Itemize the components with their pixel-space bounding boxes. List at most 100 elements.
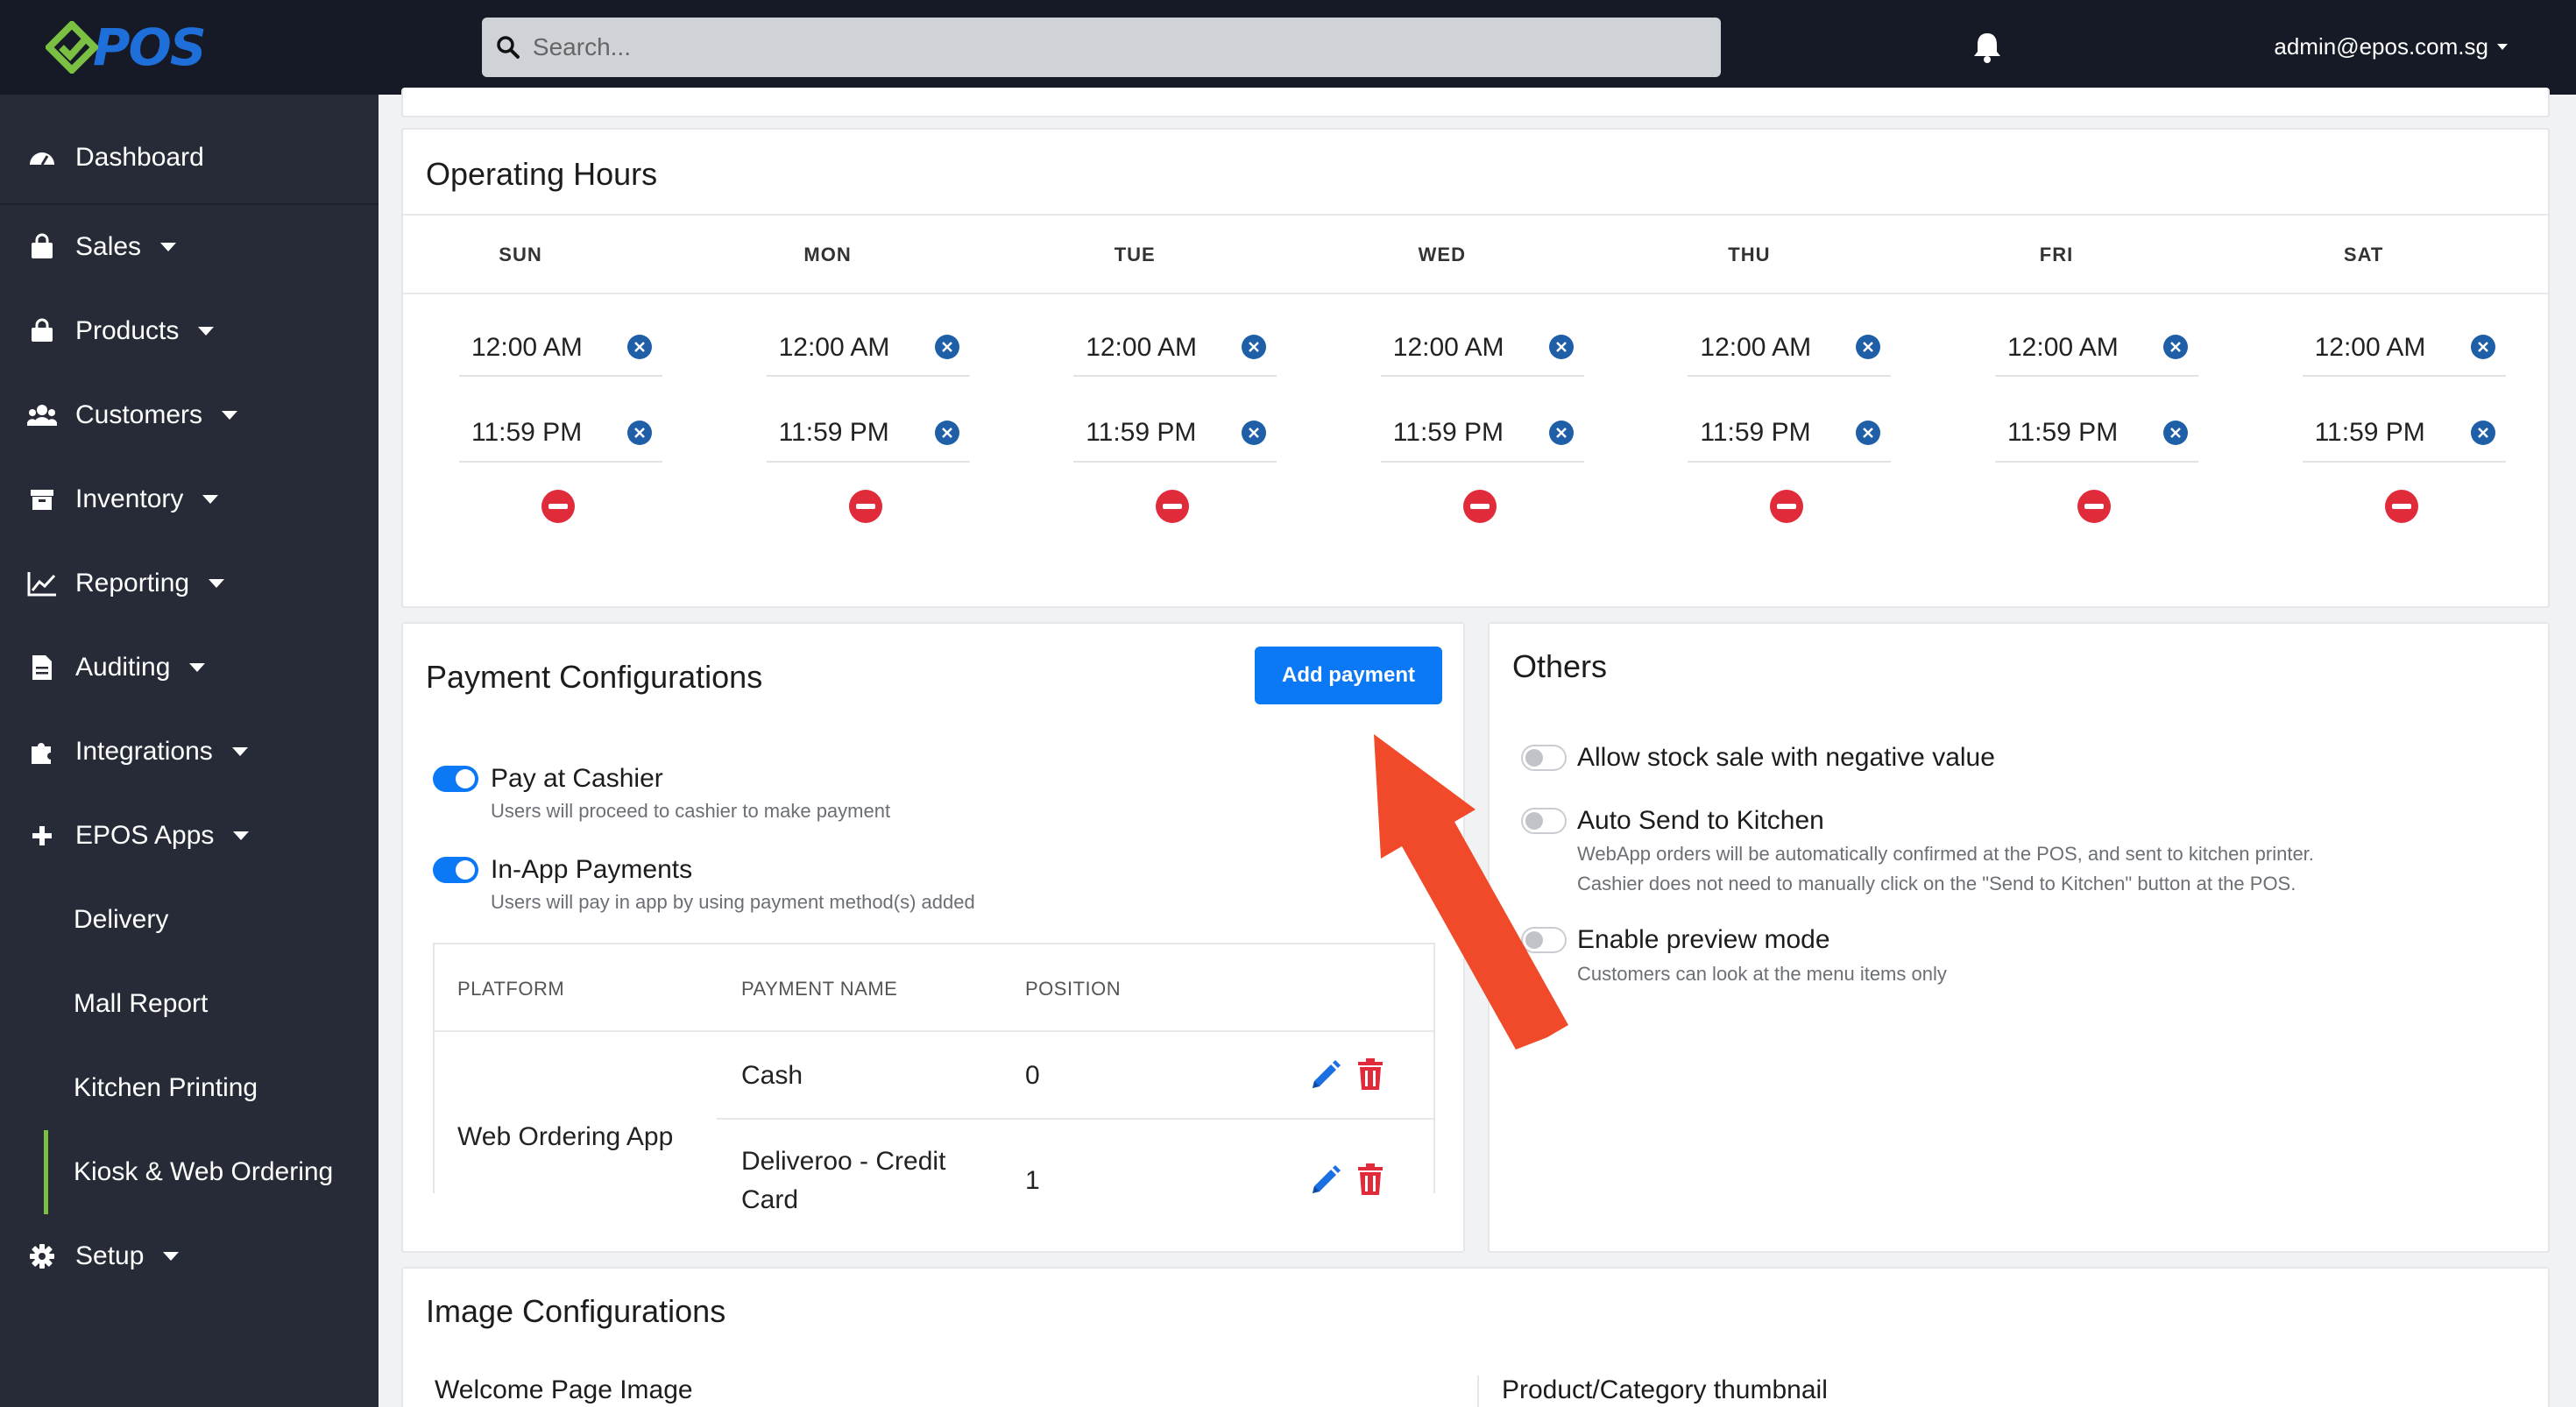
open-time-field[interactable]: 12:00 AM <box>1393 333 1504 363</box>
clear-close-time-icon[interactable] <box>1548 421 1574 445</box>
sidebar-item-customers[interactable]: Customers <box>0 373 379 457</box>
chevron-down-icon <box>198 327 215 336</box>
chevron-down-icon <box>160 243 177 251</box>
payment-name-cell: Cash <box>741 1061 803 1090</box>
trash-icon[interactable] <box>1353 1057 1388 1092</box>
operating-hours-title: Operating Hours <box>426 156 658 192</box>
auto-send-kitchen-description: WebApp orders will be automatically conf… <box>1577 839 2314 899</box>
trash-icon[interactable] <box>1353 1162 1388 1197</box>
image-configurations-card <box>401 1267 2550 1407</box>
open-time-field[interactable]: 12:00 AM <box>2315 333 2426 363</box>
bell-icon[interactable] <box>1970 30 2005 65</box>
top-bar: POS admin@epos.com.sg <box>0 0 2576 95</box>
open-time-field[interactable]: 12:00 AM <box>779 333 890 363</box>
open-time-field[interactable]: 12:00 AM <box>471 333 583 363</box>
day-header-fri: FRI <box>2039 244 2074 265</box>
sidebar-item-delivery[interactable]: Delivery <box>0 878 379 962</box>
preview-mode-label: Enable preview mode <box>1577 925 1830 954</box>
close-time-field[interactable]: 11:59 PM <box>2315 418 2425 448</box>
close-time-field[interactable]: 11:59 PM <box>1393 418 1504 448</box>
close-time-field[interactable]: 11:59 PM <box>471 418 582 448</box>
field-underline <box>1073 461 1277 463</box>
remove-hours-icon[interactable] <box>2077 490 2111 523</box>
shopping-bag-icon <box>26 231 58 263</box>
remove-hours-icon[interactable] <box>1156 490 1190 523</box>
clear-open-time-icon[interactable] <box>1242 335 1267 359</box>
field-underline <box>459 375 662 377</box>
remove-hours-icon[interactable] <box>541 490 575 523</box>
clear-open-time-icon[interactable] <box>934 335 959 359</box>
sidebar-item-products[interactable]: Products <box>0 289 379 373</box>
day-header-sun: SUN <box>499 244 542 265</box>
logo-check-icon <box>46 21 98 74</box>
chevron-down-icon <box>163 1252 180 1261</box>
clear-open-time-icon[interactable] <box>627 335 652 359</box>
operating-hours-card <box>401 128 2550 608</box>
open-time-field[interactable]: 12:00 AM <box>1086 333 1197 363</box>
user-menu[interactable]: admin@epos.com.sg <box>2274 33 2508 60</box>
search-input[interactable] <box>532 33 1721 61</box>
sidebar-item-label: Kiosk & Web Ordering <box>74 1157 334 1186</box>
pencil-icon[interactable] <box>1307 1163 1342 1198</box>
clear-open-time-icon[interactable] <box>1548 335 1574 359</box>
sidebar-item-label: Sales <box>75 232 142 261</box>
divider <box>717 1118 1433 1120</box>
sidebar-item-integrations[interactable]: Integrations <box>0 710 379 794</box>
pencil-icon[interactable] <box>1307 1058 1342 1093</box>
field-underline <box>766 461 970 463</box>
close-time-field[interactable]: 11:59 PM <box>2007 418 2118 448</box>
close-time-field[interactable]: 11:59 PM <box>1700 418 1810 448</box>
chart-line-icon <box>26 568 58 599</box>
close-time-field[interactable]: 11:59 PM <box>779 418 889 448</box>
close-time-field[interactable]: 11:59 PM <box>1086 418 1196 448</box>
clear-close-time-icon[interactable] <box>934 421 959 445</box>
sidebar-item-label: Integrations <box>75 737 213 766</box>
field-underline <box>1688 461 1892 463</box>
thumbnail-label: Product/Category thumbnail <box>1502 1375 1828 1404</box>
sidebar-item-auditing[interactable]: Auditing <box>0 626 379 710</box>
sidebar-item-label: Dashboard <box>75 143 204 172</box>
chevron-down-icon <box>202 495 219 504</box>
open-time-field[interactable]: 12:00 AM <box>1700 333 1811 363</box>
in-app-payments-toggle[interactable] <box>433 857 478 883</box>
clear-open-time-icon[interactable] <box>2163 335 2188 359</box>
others-title: Others <box>1512 648 1608 684</box>
clear-close-time-icon[interactable] <box>627 421 652 445</box>
sidebar-item-label: EPOS Apps <box>75 821 215 850</box>
annotation-arrow-icon <box>1374 734 1568 1050</box>
payment-name-line: Deliveroo - Credit <box>741 1147 946 1176</box>
clear-open-time-icon[interactable] <box>2470 335 2495 359</box>
in-app-payments-label: In-App Payments <box>491 855 693 884</box>
pay-at-cashier-toggle[interactable] <box>433 766 478 792</box>
pay-at-cashier-label: Pay at Cashier <box>491 764 663 793</box>
remove-hours-icon[interactable] <box>2384 490 2418 523</box>
chevron-down-icon <box>222 411 238 420</box>
sidebar-item-inventory[interactable]: Inventory <box>0 457 379 541</box>
plus-icon <box>26 820 58 852</box>
clear-close-time-icon[interactable] <box>1242 421 1267 445</box>
sidebar-item-setup[interactable]: Setup <box>0 1214 379 1298</box>
sidebar-item-dashboard[interactable]: Dashboard <box>0 116 379 200</box>
divider <box>403 293 2548 294</box>
remove-hours-icon[interactable] <box>848 490 882 523</box>
clear-close-time-icon[interactable] <box>2163 421 2188 445</box>
search-bar[interactable] <box>482 18 1721 77</box>
allow-negative-stock-label: Allow stock sale with negative value <box>1577 743 1995 772</box>
add-payment-button[interactable]: Add payment <box>1255 647 1442 704</box>
sidebar-item-mall-report[interactable]: Mall Report <box>0 962 379 1046</box>
open-time-field[interactable]: 12:00 AM <box>2007 333 2119 363</box>
sidebar-item-epos-apps[interactable]: EPOS Apps <box>0 794 379 878</box>
sidebar-item-kitchen-printing[interactable]: Kitchen Printing <box>0 1046 379 1130</box>
epos-logo[interactable]: POS <box>46 18 207 77</box>
sidebar-item-kiosk-web-ordering[interactable]: Kiosk & Web Ordering <box>0 1130 379 1214</box>
remove-hours-icon[interactable] <box>1462 490 1497 523</box>
sidebar-item-reporting[interactable]: Reporting <box>0 541 379 626</box>
chevron-down-icon <box>2497 44 2508 50</box>
sidebar-item-label: Mall Report <box>74 989 209 1018</box>
clear-close-time-icon[interactable] <box>2470 421 2495 445</box>
previous-section-card <box>401 88 2550 117</box>
sidebar-item-sales[interactable]: Sales <box>0 205 379 289</box>
divider <box>403 214 2548 216</box>
field-underline <box>2302 375 2506 377</box>
column-header-position: POSITION <box>1025 978 1122 1000</box>
